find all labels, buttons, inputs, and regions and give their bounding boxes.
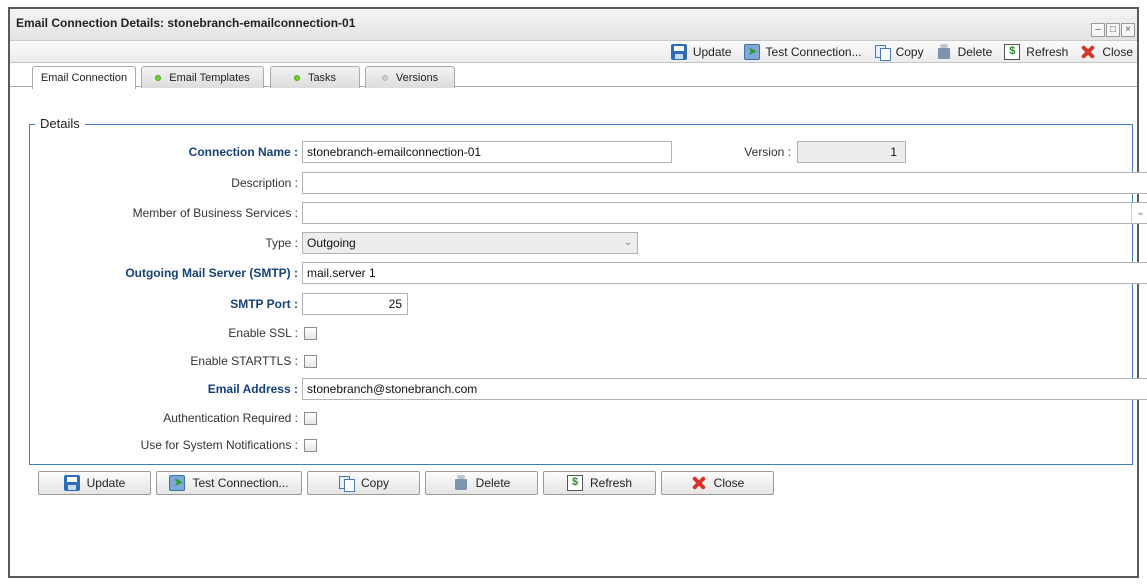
details-legend: Details xyxy=(35,116,85,131)
type-select[interactable]: Outgoing ⌄ xyxy=(302,232,638,254)
smtp-port-row: SMTP Port : 25 xyxy=(30,293,408,315)
status-dot-icon xyxy=(155,74,162,81)
delete-icon xyxy=(453,475,469,491)
toolbar-close-label: Close xyxy=(1102,44,1133,59)
email-connection-window: Email Connection Details: stonebranch-em… xyxy=(8,7,1147,578)
email-address-label: Email Address : xyxy=(207,382,298,396)
toolbar-update-label: Update xyxy=(692,44,732,59)
type-value: Outgoing xyxy=(307,236,356,250)
version-field: 1 xyxy=(797,141,906,163)
tab-label: Versions xyxy=(395,71,439,84)
enable-starttls-checkbox[interactable] xyxy=(304,354,317,368)
smtp-port-label: SMTP Port : xyxy=(230,297,298,311)
save-icon xyxy=(670,43,687,60)
auth-required-checkbox[interactable] xyxy=(304,411,317,425)
window-controls: – □ × xyxy=(1090,23,1135,37)
version-label: Version : xyxy=(744,145,791,159)
email-address-row: Email Address : stonebranch@stonebranch.… xyxy=(30,378,1147,400)
description-label: Description : xyxy=(231,176,298,190)
close-x-icon xyxy=(1080,44,1096,60)
refresh-button-label: Refresh xyxy=(589,476,633,490)
enable-ssl-row: Enable SSL : xyxy=(30,322,317,344)
close-button[interactable]: Close xyxy=(661,471,774,495)
copy-button[interactable]: Copy xyxy=(307,471,420,495)
smtp-port-input[interactable]: 25 xyxy=(302,293,408,315)
type-row: Type : Outgoing ⌄ xyxy=(30,232,638,254)
toolbar-copy-label: Copy xyxy=(895,44,924,59)
toolbar-test-connection-button[interactable]: Test Connection... xyxy=(743,43,862,60)
auth-required-row: Authentication Required : xyxy=(30,407,317,429)
close-x-icon xyxy=(691,475,707,491)
refresh-icon xyxy=(1004,43,1021,60)
title-bar[interactable]: Email Connection Details: stonebranch-em… xyxy=(10,9,1137,41)
business-services-select[interactable]: ⌄ xyxy=(302,202,1147,224)
type-label: Type : xyxy=(265,236,298,250)
update-button-label: Update xyxy=(86,476,126,490)
close-icon[interactable]: × xyxy=(1121,23,1135,37)
test-connection-button[interactable]: Test Connection... xyxy=(156,471,302,495)
delete-button[interactable]: Delete xyxy=(425,471,538,495)
delete-icon xyxy=(936,43,952,60)
system-notifications-row: Use for System Notifications : xyxy=(30,434,317,456)
update-button[interactable]: Update xyxy=(38,471,151,495)
save-icon xyxy=(63,475,80,491)
tab-tasks[interactable]: Tasks xyxy=(270,66,360,88)
toolbar-close-button[interactable]: Close xyxy=(1080,44,1133,60)
toolbar-refresh-label: Refresh xyxy=(1026,44,1069,59)
enable-ssl-label: Enable SSL : xyxy=(228,326,298,340)
smtp-server-label: Outgoing Mail Server (SMTP) : xyxy=(125,266,298,280)
smtp-server-row: Outgoing Mail Server (SMTP) : mail.serve… xyxy=(30,262,1147,284)
chevron-down-icon[interactable]: ⌄ xyxy=(619,233,637,253)
description-row: Description : xyxy=(30,172,1147,194)
tab-versions[interactable]: Versions xyxy=(365,66,455,88)
enable-starttls-label: Enable STARTTLS : xyxy=(190,354,298,368)
enable-ssl-checkbox[interactable] xyxy=(304,326,317,340)
tab-label: Email Templates xyxy=(169,71,250,84)
tab-email-templates[interactable]: Email Templates xyxy=(141,66,264,88)
test-connection-button-label: Test Connection... xyxy=(192,476,289,490)
bottom-button-bar: Update Test Connection... Copy Delete Re… xyxy=(38,471,779,495)
connection-name-label: Connection Name : xyxy=(188,145,298,159)
copy-icon xyxy=(874,44,891,61)
email-address-input[interactable]: stonebranch@stonebranch.com xyxy=(302,378,1147,400)
system-notifications-label: Use for System Notifications : xyxy=(140,438,298,452)
minimize-icon[interactable]: – xyxy=(1091,23,1105,37)
status-dot-icon xyxy=(381,74,388,81)
copy-icon xyxy=(338,475,355,492)
delete-button-label: Delete xyxy=(475,476,511,490)
toolbar-update-button[interactable]: Update xyxy=(670,43,732,60)
tab-label: Tasks xyxy=(307,71,337,84)
toolbar-delete-label: Delete xyxy=(957,44,993,59)
tab-email-connection[interactable]: Email Connection xyxy=(32,66,136,89)
toolbar-delete-button[interactable]: Delete xyxy=(936,43,993,60)
enable-starttls-row: Enable STARTTLS : xyxy=(30,350,317,372)
auth-required-label: Authentication Required : xyxy=(163,411,298,425)
tab-strip: Email Connection Email Templates Tasks V… xyxy=(10,63,1137,89)
toolbar: Update Test Connection... Copy Delete Re… xyxy=(10,41,1137,63)
chevron-down-icon[interactable]: ⌄ xyxy=(1131,203,1147,223)
test-connection-icon xyxy=(743,43,760,60)
window-title: Email Connection Details: stonebranch-em… xyxy=(16,16,356,30)
toolbar-test-label: Test Connection... xyxy=(765,44,862,59)
copy-button-label: Copy xyxy=(360,476,389,490)
refresh-icon xyxy=(566,475,583,491)
refresh-button[interactable]: Refresh xyxy=(543,471,656,495)
maximize-icon[interactable]: □ xyxy=(1106,23,1120,37)
system-notifications-checkbox[interactable] xyxy=(304,438,317,452)
toolbar-copy-button[interactable]: Copy xyxy=(874,44,924,61)
connection-name-input[interactable]: stonebranch-emailconnection-01 xyxy=(302,141,672,163)
test-connection-icon xyxy=(169,475,186,491)
business-services-label: Member of Business Services : xyxy=(132,206,298,220)
description-input[interactable] xyxy=(302,172,1147,194)
tab-label: Email Connection xyxy=(40,72,128,84)
business-services-row: Member of Business Services : ⌄ xyxy=(30,202,1147,224)
status-dot-icon xyxy=(293,74,300,81)
details-fieldset: Details Connection Name : stonebranch-em… xyxy=(29,116,1147,465)
toolbar-refresh-button[interactable]: Refresh xyxy=(1004,43,1069,60)
connection-name-row: Connection Name : stonebranch-emailconne… xyxy=(30,141,906,163)
close-button-label: Close xyxy=(713,476,745,490)
smtp-server-input[interactable]: mail.server 1 xyxy=(302,262,1147,284)
